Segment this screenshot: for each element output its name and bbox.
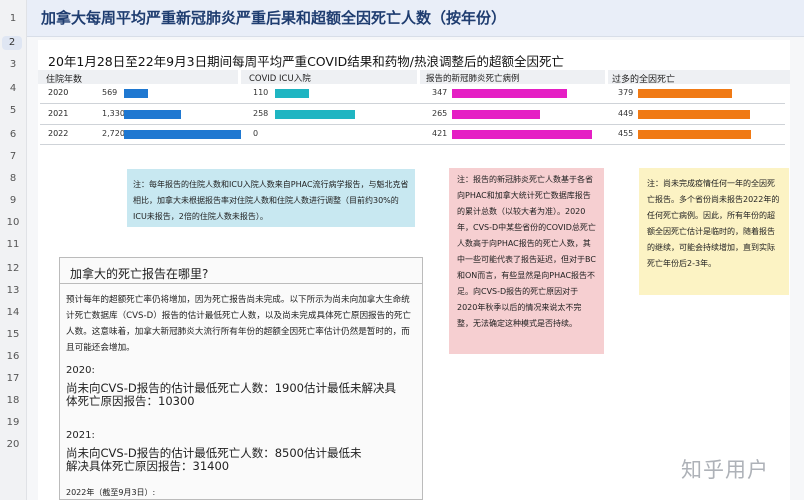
row-year-label: 2020 <box>48 88 69 97</box>
excess-bar <box>638 110 750 119</box>
header-hosp-label: 住院年数 <box>46 75 83 85</box>
box-title: 加拿大的死亡报告在哪里? <box>70 267 209 281</box>
header-excess-label: 过多的全因死亡 <box>612 75 676 85</box>
note-excess-deaths: 注：尚未完成疫情任何一年的全因死亡报告。多个省份尚未报告2022年的任何死亡病例… <box>639 168 789 295</box>
line-number[interactable]: 7 <box>0 150 26 164</box>
header-deaths-label: 报告的新冠肺炎死亡病例 <box>426 74 520 84</box>
line-number[interactable]: 4 <box>0 82 26 96</box>
chart-row-2021: 2021 1,330 258 265 449 <box>38 107 790 123</box>
line-number[interactable]: 9 <box>0 194 26 208</box>
header-hosp: 住院年数 <box>38 70 238 85</box>
death-reporting-box: 加拿大的死亡报告在哪里? 预计每年的超额死亡率仍将增加，因为死亡报告尚未完成。以… <box>59 257 423 500</box>
line-number[interactable]: 10 <box>0 216 26 230</box>
header-icu-label: COVID ICU入院 <box>249 74 311 84</box>
chart-subtitle: 20年1月28日至22年9月3日期间每周平均严重COVID结果和药物/热浪调整后… <box>48 54 564 69</box>
line-number[interactable]: 2 <box>2 36 22 50</box>
icu-bar <box>275 89 309 98</box>
line-number[interactable]: 8 <box>0 172 26 186</box>
line-number[interactable]: 12 <box>0 262 26 276</box>
year-2020-text: 尚未向CVS-D报告的估计最低死亡人数：1900估计最低未解决具体死亡原因报告：… <box>66 381 396 408</box>
excess-value: 455 <box>618 129 634 138</box>
icu-value: 258 <box>253 109 269 118</box>
line-number[interactable]: 3 <box>0 58 26 72</box>
excess-bar <box>638 89 732 98</box>
box-divider <box>60 283 422 284</box>
chart-card: 20年1月28日至22年9月3日期间每周平均严重COVID结果和药物/热浪调整后… <box>38 40 790 500</box>
icu-bar <box>275 110 355 119</box>
header-deaths: 报告的新冠肺炎死亡病例 <box>420 70 605 84</box>
deaths-bar <box>452 89 567 98</box>
row-year-label: 2021 <box>48 109 69 118</box>
hosp-value: 569 <box>102 88 118 97</box>
title-bar: 加拿大每周平均严重新冠肺炎严重后果和超额全因死亡人数（按年份） <box>27 0 804 37</box>
deaths-bar <box>452 130 592 139</box>
note-hosp-icu: 注：每年报告的住院人数和ICU入院人数来自PHAC流行病学报告，与魁北克省相比，… <box>127 169 415 227</box>
hosp-value: 1,330 <box>102 109 125 118</box>
deaths-value: 347 <box>432 88 448 97</box>
row-year-label: 2022 <box>48 129 69 138</box>
line-number[interactable]: 15 <box>0 328 26 342</box>
line-number[interactable]: 1 <box>0 12 26 26</box>
deaths-value: 421 <box>432 129 448 138</box>
excess-value: 449 <box>618 109 634 118</box>
year-2022-label: 2022年（截至9月3日）: <box>66 488 156 497</box>
line-number[interactable]: 11 <box>0 238 26 252</box>
line-number[interactable]: 5 <box>0 104 26 118</box>
line-number[interactable]: 18 <box>0 394 26 408</box>
box-paragraph: 预计每年的超额死亡率仍将增加，因为死亡报告尚未完成。以下所示为尚未向加拿大生命统… <box>66 295 412 353</box>
header-icu: COVID ICU入院 <box>241 70 417 84</box>
icu-value: 110 <box>253 88 269 97</box>
hosp-value: 2,720 <box>102 129 125 138</box>
row-divider <box>40 124 785 125</box>
line-number[interactable]: 14 <box>0 306 26 320</box>
line-number[interactable]: 13 <box>0 284 26 298</box>
excess-bar <box>638 130 751 139</box>
line-number-gutter: 1 2 3 4 5 6 7 8 9 10 11 12 13 14 15 16 17 18 19 20 <box>0 0 27 500</box>
hosp-bar <box>124 89 148 98</box>
line-number[interactable]: 17 <box>0 372 26 386</box>
line-number[interactable]: 20 <box>0 438 26 452</box>
deaths-bar <box>452 110 540 119</box>
chart-row-2022: 2022 2,720 0 421 455 <box>38 127 790 143</box>
header-excess: 过多的全因死亡 <box>608 70 790 85</box>
line-number[interactable]: 16 <box>0 350 26 364</box>
line-number[interactable]: 6 <box>0 128 26 142</box>
year-2021-text: 尚未向CVS-D报告的估计最低死亡人数：8500估计最低未解决具体死亡原因报告：… <box>66 446 362 473</box>
note-covid-deaths: 注：报告的新冠肺炎死亡人数基于各省向PHAC和加拿大统计死亡数据库报告的累计总数… <box>449 168 604 354</box>
row-divider <box>40 144 785 145</box>
year-2021-label: 2021: <box>66 430 95 441</box>
deaths-value: 265 <box>432 109 448 118</box>
excess-value: 379 <box>618 88 634 97</box>
hosp-bar <box>124 130 241 139</box>
year-2020-label: 2020: <box>66 365 95 376</box>
line-number[interactable]: 19 <box>0 416 26 430</box>
watermark: 知乎用户 <box>681 458 769 482</box>
window-title: 加拿大每周平均严重新冠肺炎严重后果和超额全因死亡人数（按年份） <box>41 9 507 27</box>
chart-row-2020: 2020 569 110 347 379 <box>38 86 790 102</box>
icu-value: 0 <box>253 129 259 138</box>
hosp-bar <box>124 110 181 119</box>
row-divider <box>40 103 785 104</box>
